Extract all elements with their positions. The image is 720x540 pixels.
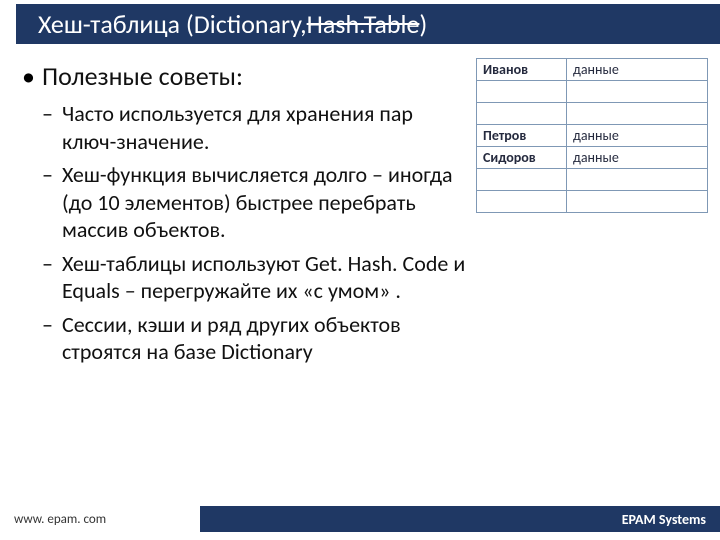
cell-value: данные [567, 147, 708, 169]
text-column: Полезные советы: Часто используется для … [18, 56, 468, 500]
footer-brand-bar: EPAM Systems [200, 506, 720, 532]
cell-value: данные [567, 59, 708, 81]
hash-table: Иванов данные Петров данные Сидоров [476, 58, 708, 213]
list-item: Сессии, кэши и ряд других объектов строя… [62, 311, 468, 366]
cell-key [477, 103, 567, 125]
title-suffix: ) [419, 8, 427, 40]
footer-url: www. epam. com [0, 512, 200, 527]
cell-value [567, 191, 708, 213]
table-row: Иванов данные [477, 59, 708, 81]
cell-key: Петров [477, 125, 567, 147]
cell-key [477, 191, 567, 213]
cell-value: данные [567, 125, 708, 147]
table-row [477, 103, 708, 125]
list-item: Часто используется для хранения пар ключ… [62, 100, 468, 155]
table-row [477, 81, 708, 103]
cell-value [567, 103, 708, 125]
title-prefix: Хеш-таблица (Dictionary, [38, 8, 307, 40]
cell-key: Иванов [477, 59, 567, 81]
table-column: Иванов данные Петров данные Сидоров [476, 56, 708, 500]
slide-body: Полезные советы: Часто используется для … [18, 56, 708, 500]
title-strike: Hash.Table [307, 8, 420, 40]
list-item: Хеш-функция вычисляется долго – иногда (… [62, 161, 468, 244]
slide-title-bar: Хеш-таблица (Dictionary, Hash.Table) [16, 4, 720, 44]
table-row [477, 191, 708, 213]
cell-key [477, 169, 567, 191]
footer-brand: EPAM Systems [622, 511, 706, 528]
table-row: Сидоров данные [477, 147, 708, 169]
tips-list: Часто используется для хранения пар ключ… [18, 100, 468, 366]
list-item: Хеш-таблицы используют Get. Hash. Code и… [62, 250, 468, 305]
slide-footer: www. epam. com EPAM Systems [0, 506, 720, 532]
cell-value [567, 81, 708, 103]
table-row [477, 169, 708, 191]
cell-value [567, 169, 708, 191]
tips-heading: Полезные советы: [18, 60, 468, 92]
cell-key [477, 81, 567, 103]
table-row: Петров данные [477, 125, 708, 147]
cell-key: Сидоров [477, 147, 567, 169]
